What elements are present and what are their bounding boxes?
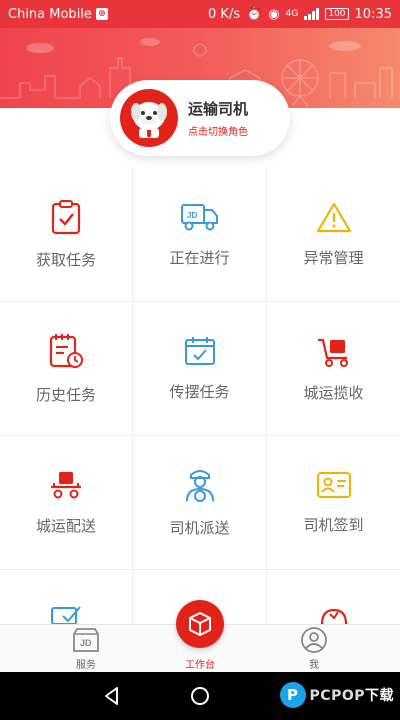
sim-icon: ⊕ — [95, 8, 108, 20]
grid-item-label: 城运配送 — [35, 517, 96, 535]
signal-icon — [304, 8, 320, 20]
workbench-fab-button[interactable] — [176, 600, 224, 648]
calendar-check-icon — [51, 606, 81, 624]
watermark-cn: 下载 — [365, 688, 394, 704]
grid-item-label: 正在进行 — [169, 249, 230, 267]
jd-box-icon: JD — [73, 628, 99, 652]
delivery-cart-icon — [51, 472, 81, 499]
grid-item-city-delivery[interactable]: 城运配送 — [0, 436, 133, 570]
grid-item-label: 城运揽收 — [303, 384, 364, 402]
nav-me-label: 我 — [309, 660, 319, 671]
hand-cart-icon — [317, 338, 348, 367]
grid-item-label: 异常管理 — [303, 249, 364, 267]
grid-item-exception[interactable]: 异常管理 — [267, 168, 400, 302]
grid-item-city-pickup[interactable]: 城运揽收 — [267, 302, 400, 436]
service-badge-text: JD — [80, 638, 92, 648]
status-bar: China Mobile ⊕ 0 K/s ⏰ ◉ 4G 100 10:35 — [0, 0, 400, 28]
nav-me[interactable]: 我 — [274, 625, 354, 673]
grid-item-in-progress[interactable]: JD 正在进行 — [133, 168, 267, 302]
home-icon[interactable] — [188, 684, 212, 708]
watermark-text: PCPOP — [309, 688, 365, 704]
user-circle-icon — [301, 627, 327, 653]
function-grid: 获取任务 JD 正在进行 异常管理 历史任务 传摆任务 城运揽收 城运配送 司机… — [0, 168, 400, 624]
cube-icon — [189, 612, 211, 636]
nav-workbench-label: 工作台 — [185, 660, 215, 671]
driver-icon — [185, 470, 214, 502]
role-switch-hint: 点击切换角色 — [188, 127, 248, 138]
grid-item-partial[interactable] — [0, 570, 133, 624]
refresh-icon — [320, 608, 347, 624]
role-switch-card[interactable]: 运输司机 点击切换角色 — [110, 80, 290, 156]
pcpop-logo: P — [279, 682, 306, 708]
grid-item-get-task[interactable]: 获取任务 — [0, 168, 133, 302]
history-clipboard-icon — [49, 334, 83, 368]
grid-item-label: 获取任务 — [35, 251, 96, 269]
back-icon[interactable] — [100, 684, 124, 708]
id-card-icon — [316, 472, 351, 498]
clock: 10:35 — [354, 6, 392, 22]
grid-item-label: 传摆任务 — [169, 383, 230, 401]
warning-triangle-icon — [316, 202, 351, 233]
pcpop-watermark: P PCPOP下载 — [279, 682, 394, 708]
nav-service-label: 服务 — [76, 660, 96, 671]
truck-icon: JD — [180, 204, 218, 231]
jd-dog-avatar — [120, 89, 178, 147]
nav-service[interactable]: JD 服务 — [46, 625, 126, 673]
svg-text:JD: JD — [187, 211, 197, 220]
carrier-name: China Mobile — [8, 6, 92, 22]
grid-item-label: 历史任务 — [35, 386, 96, 404]
role-title: 运输司机 — [188, 100, 249, 118]
carrier-info: China Mobile ⊕ — [8, 7, 108, 22]
grid-item-driver-checkin[interactable]: 司机签到 — [267, 436, 400, 570]
grid-item-label: 司机派送 — [169, 519, 230, 537]
grid-item-history[interactable]: 历史任务 — [0, 302, 133, 436]
grid-item-shuttle[interactable]: 传摆任务 — [133, 302, 267, 436]
grid-item-label: 司机签到 — [303, 516, 364, 534]
calendar-check-icon — [184, 337, 215, 365]
network-speed: 0 K/s — [208, 6, 241, 22]
battery-icon: 100 — [325, 8, 349, 20]
eye-icon: ◉ — [268, 6, 280, 22]
network-type: 4G — [285, 9, 299, 19]
clipboard-check-icon — [51, 200, 81, 235]
grid-item-driver-dispatch[interactable]: 司机派送 — [133, 436, 267, 570]
alarm-icon: ⏰ — [246, 6, 263, 22]
grid-item-partial[interactable] — [267, 570, 400, 624]
